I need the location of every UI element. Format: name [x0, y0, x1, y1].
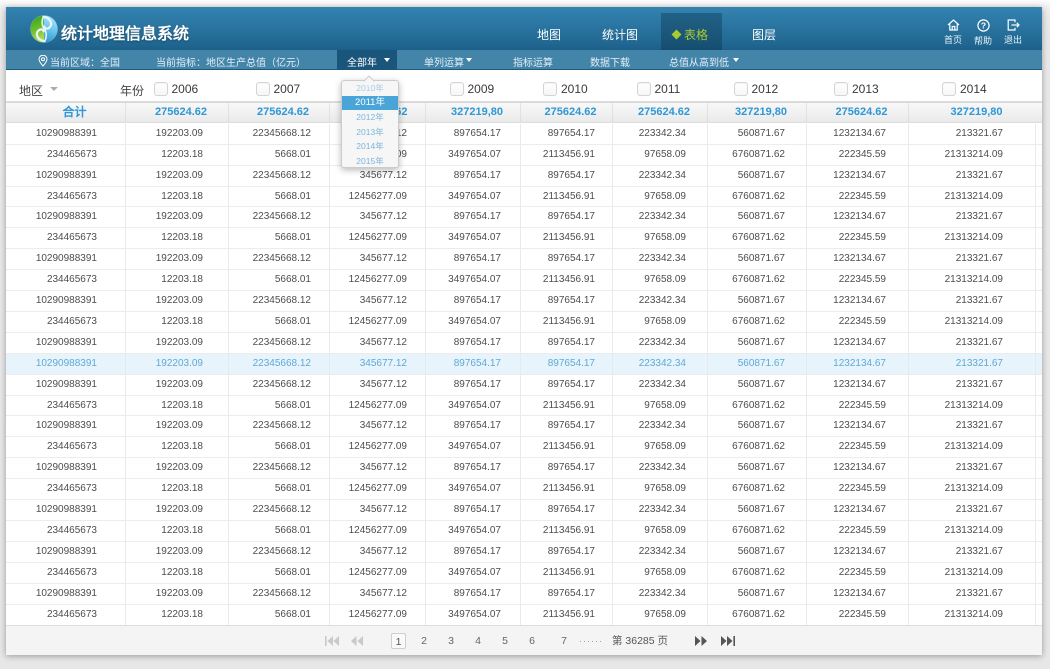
svg-text:?: ? — [980, 21, 985, 31]
